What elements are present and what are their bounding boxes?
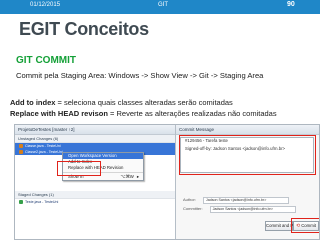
submenu-arrow-icon: ▸ — [136, 174, 139, 179]
java-file-icon — [19, 150, 23, 155]
highlight-box-menu — [57, 161, 101, 176]
bullet-term: Replace with HEAD revison — [10, 109, 108, 118]
java-file-icon — [19, 144, 23, 149]
staged-file[interactable]: Teste.java - TesteUni — [15, 199, 175, 205]
committer-label: Committer: — [183, 206, 203, 211]
staging-files-panel: ProjetoDeTestes [master ↑2] Unstaged Cha… — [15, 125, 176, 239]
author-label: Author: — [183, 197, 196, 202]
menu-shortcut: ⌥⌘W — [120, 174, 134, 179]
slide-title: EGIT Conceitos — [19, 19, 149, 39]
file-label: Teste.java - TesteUni — [25, 200, 59, 204]
author-input[interactable]: Jadson Santos <jadson@info.ufrn.br> — [202, 197, 289, 204]
added-file-icon — [19, 200, 23, 205]
highlight-box-commit — [291, 218, 319, 233]
staged-changes-header[interactable]: Staged Changes (1) — [15, 191, 175, 199]
file-label: Classe2.java - TesteUni — [25, 150, 63, 154]
commit-and-push-button[interactable]: Commit and Push — [265, 221, 300, 231]
slide-description: Commit pela Staging Area: Windows -> Sho… — [16, 71, 264, 80]
slide-date: 01/12/2015 — [30, 2, 61, 8]
file-label: Classe.java - TesteUni — [25, 144, 61, 148]
bullet-add-to-index: Add to index = seleciona quais classes a… — [10, 98, 233, 107]
header-bar: 01/12/2015 GIT 90 — [0, 0, 320, 14]
commit-message-header: Commit Message — [176, 125, 319, 135]
slide-topic: GIT — [158, 2, 168, 8]
slide-subtitle: GIT COMMIT — [16, 55, 76, 66]
staging-view-screenshot: ProjetoDeTestes [master ↑2] Unstaged Cha… — [14, 124, 320, 240]
unstaged-changes-header[interactable]: Unstaged Changes (6) — [15, 135, 175, 143]
panel-title: ProjetoDeTestes [master ↑2] — [15, 125, 175, 135]
highlight-box-message — [179, 135, 316, 175]
committer-field: Committer: Jadson Santos <jadson@info.ufr… — [183, 206, 296, 213]
author-field: Author: Jadson Santos <jadson@info.ufrn.b… — [183, 197, 289, 204]
commit-message-panel: Commit Message #129456 - Tarefa teste Si… — [176, 125, 319, 239]
bullet-term: Add to index — [10, 98, 56, 107]
bullet-text: = seleciona quais classes alteradas serã… — [55, 98, 233, 107]
slide-number: 90 — [287, 1, 295, 8]
bullet-replace-head: Replace with HEAD revison = Reverte as a… — [10, 109, 277, 118]
committer-input[interactable]: Jadson Santos <jadson@info.ufrn.br> — [209, 206, 296, 213]
bullet-text: = Reverte as alterações realizadas não c… — [107, 109, 277, 118]
